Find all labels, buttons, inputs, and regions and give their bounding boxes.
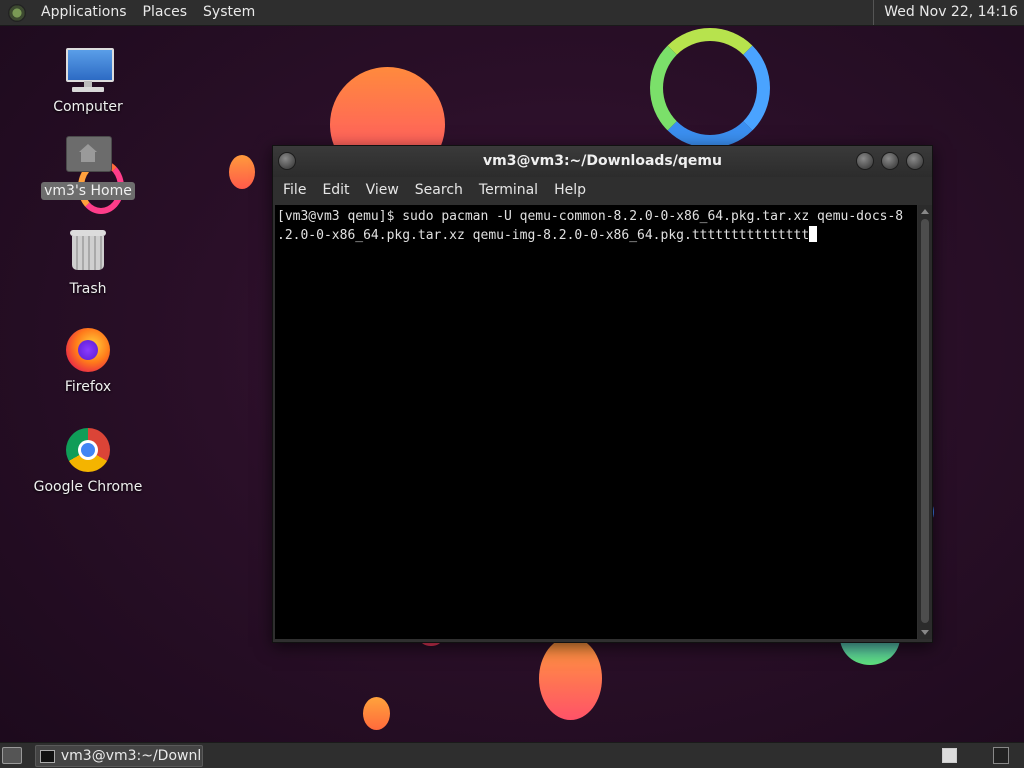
wallpaper-bottom-circle <box>539 637 602 720</box>
terminal-output[interactable]: [vm3@vm3 qemu]$ sudo pacman -U qemu-comm… <box>275 205 917 639</box>
taskbar-window-button[interactable]: vm3@vm3:~/Downl... <box>35 745 203 767</box>
terminal-menubar: File Edit View Search Terminal Help <box>273 177 932 203</box>
menu-view[interactable]: View <box>360 182 405 198</box>
desktop-icon-trash[interactable]: Trash <box>28 228 148 298</box>
scroll-up-icon[interactable] <box>921 209 929 214</box>
desktop-icon-computer[interactable]: Computer <box>28 46 148 116</box>
workspace-1-icon[interactable] <box>942 748 957 763</box>
chrome-icon <box>64 426 112 474</box>
menu-edit[interactable]: Edit <box>316 182 355 198</box>
wallpaper-small-dot <box>229 155 255 189</box>
computer-icon <box>64 46 114 94</box>
show-desktop-icon[interactable] <box>2 747 22 764</box>
vertical-scrollbar[interactable] <box>918 205 932 639</box>
home-folder-icon <box>64 130 112 178</box>
distro-logo-icon[interactable] <box>8 3 26 22</box>
firefox-icon <box>64 326 112 374</box>
terminal-window[interactable]: vm3@vm3:~/Downloads/qemu File Edit View … <box>272 145 933 643</box>
terminal-icon <box>40 749 55 763</box>
places-menu[interactable]: Places <box>135 0 196 25</box>
text-cursor <box>809 226 818 242</box>
desktop-icon-label: Google Chrome <box>33 479 143 495</box>
menu-file[interactable]: File <box>277 182 312 198</box>
desktop-icon-label: vm3's Home <box>41 182 135 200</box>
taskbar-window-label: vm3@vm3:~/Downl... <box>60 748 202 764</box>
desktop-icon-home[interactable]: vm3's Home <box>28 130 148 200</box>
scroll-down-icon[interactable] <box>921 630 929 635</box>
minimize-button[interactable] <box>856 152 874 170</box>
bottom-panel: vm3@vm3:~/Downl... <box>0 742 1024 768</box>
wallpaper-bottom-dot <box>363 697 390 730</box>
window-titlebar[interactable]: vm3@vm3:~/Downloads/qemu <box>273 146 932 177</box>
menu-terminal[interactable]: Terminal <box>473 182 544 198</box>
menu-search[interactable]: Search <box>409 182 469 198</box>
wallpaper-ring <box>650 28 770 148</box>
desktop-icon-label: Trash <box>69 281 107 297</box>
trash-icon <box>64 228 112 276</box>
window-title: vm3@vm3:~/Downloads/qemu <box>483 153 722 169</box>
menu-help[interactable]: Help <box>548 182 592 198</box>
terminal-line: [vm3@vm3 qemu]$ sudo pacman -U qemu-comm… <box>277 209 904 224</box>
scrollbar-thumb[interactable] <box>921 219 929 623</box>
system-menu[interactable]: System <box>195 0 263 25</box>
clock[interactable]: Wed Nov 22, 14:16 <box>873 0 1024 25</box>
workspace-2-icon[interactable] <box>993 747 1009 764</box>
applications-menu[interactable]: Applications <box>33 0 135 25</box>
desktop-icon-chrome[interactable]: Google Chrome <box>28 426 148 496</box>
terminal-line: .2.0-0-x86_64.pkg.tar.xz qemu-img-8.2.0-… <box>277 228 810 243</box>
maximize-button[interactable] <box>881 152 899 170</box>
close-button[interactable] <box>906 152 924 170</box>
desktop-icon-label: Firefox <box>64 379 112 395</box>
desktop-icon-label: Computer <box>53 99 123 115</box>
desktop-icon-firefox[interactable]: Firefox <box>28 326 148 396</box>
top-panel: Applications Places System Wed Nov 22, 1… <box>0 0 1024 26</box>
